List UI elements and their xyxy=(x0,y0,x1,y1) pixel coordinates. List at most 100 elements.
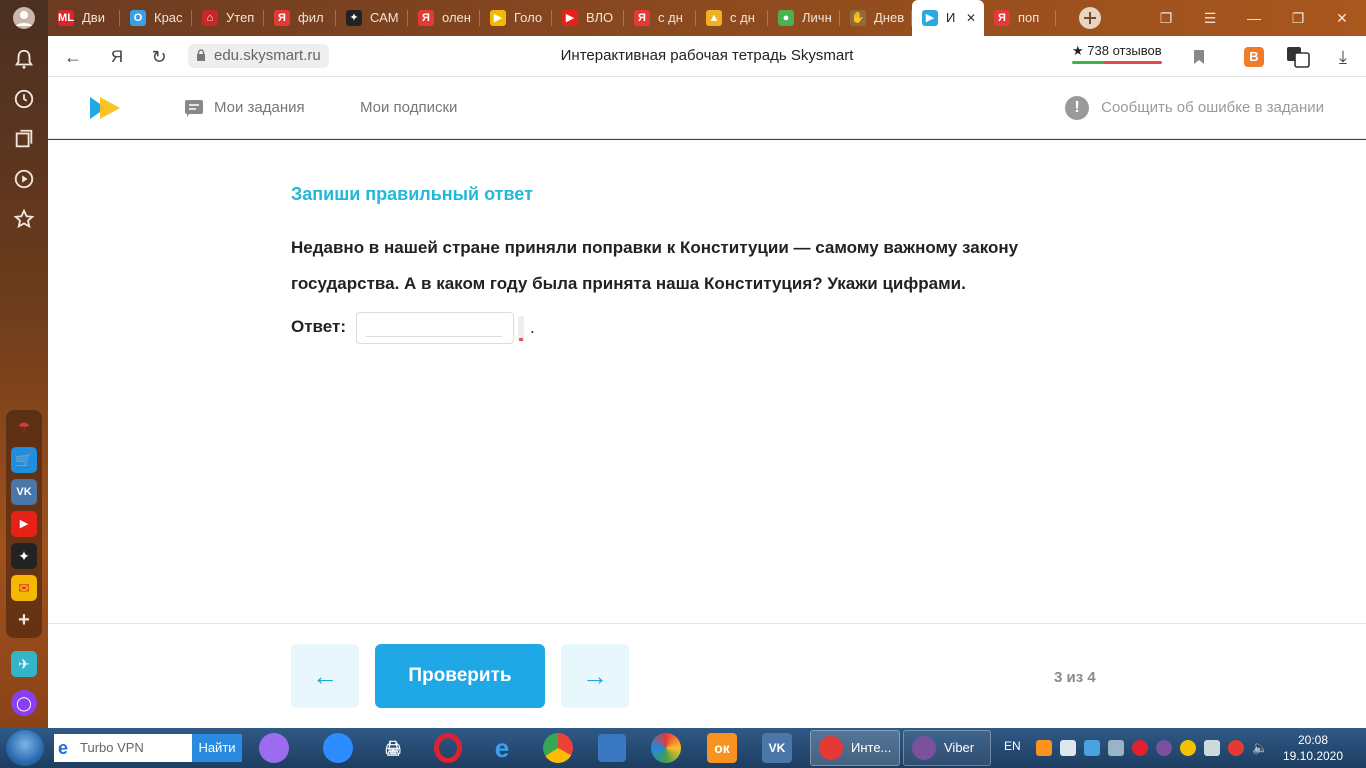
tab-label: ВЛО xyxy=(586,10,614,25)
tab-label: с дн xyxy=(658,10,683,25)
my-subscriptions-link[interactable]: Мои подписки xyxy=(360,99,457,116)
browser-tab[interactable]: Яс дн xyxy=(624,0,696,36)
ie-taskbar-icon[interactable]: e xyxy=(482,732,522,764)
browser-tab[interactable]: ML Дви xyxy=(48,0,120,36)
browser-tab[interactable]: ▶ И ✕ xyxy=(912,0,984,36)
close-window-button[interactable]: ✕ xyxy=(1320,0,1364,36)
vk-app-icon[interactable]: VK xyxy=(11,479,37,505)
start-button[interactable] xyxy=(6,730,44,766)
minimize-button[interactable]: — xyxy=(1232,0,1276,36)
my-tasks-icon[interactable] xyxy=(184,98,204,123)
report-error-link[interactable]: Сообщить об ошибке в задании xyxy=(1101,99,1324,116)
browser-tab[interactable]: Япоп xyxy=(984,0,1056,36)
extension-b-icon[interactable]: B xyxy=(1241,44,1267,70)
browser-tab[interactable]: Яфил xyxy=(264,0,336,36)
alert-icon[interactable]: ! xyxy=(1065,96,1089,120)
next-task-button[interactable]: → xyxy=(561,644,629,708)
tray-network-icon[interactable] xyxy=(1108,740,1124,756)
taskbar-browser-task[interactable]: Инте... xyxy=(810,730,900,766)
downloads-icon[interactable]: ⤓ xyxy=(1330,44,1356,70)
vk-taskbar-icon[interactable]: VK xyxy=(757,732,797,764)
my-tasks-link[interactable]: Мои задания xyxy=(214,99,305,116)
market-app-icon[interactable]: 🛒 xyxy=(11,447,37,473)
tabs-overview-icon[interactable]: ❐ xyxy=(1144,0,1188,36)
printer-taskbar-icon[interactable]: 🖨 xyxy=(373,732,413,764)
tray-display-icon[interactable] xyxy=(1204,740,1220,756)
check-answer-button[interactable]: Проверить xyxy=(375,644,545,708)
skysmart-logo[interactable] xyxy=(88,95,122,121)
taskbar-viber-task[interactable]: Viber xyxy=(903,730,991,766)
mail-app-icon[interactable]: ✉ xyxy=(11,575,37,601)
previous-task-button[interactable]: ← xyxy=(291,644,359,708)
bookmarks-star-icon[interactable] xyxy=(12,208,36,232)
tab-label: Голо xyxy=(514,10,543,25)
tab-favicon-icon: ✋ xyxy=(850,10,866,26)
task-progress: 3 из 4 xyxy=(1054,669,1096,686)
browser-tab[interactable]: Яолен xyxy=(408,0,480,36)
browser-tab[interactable]: ✦ САМ xyxy=(336,0,408,36)
translate-icon[interactable] xyxy=(1285,44,1311,70)
odnoklassniki-taskbar-icon[interactable]: ок xyxy=(702,732,742,764)
profile-icon[interactable] xyxy=(12,6,36,30)
tab-label: Утеп xyxy=(226,10,255,25)
browser-tab[interactable]: О Крас xyxy=(120,0,192,36)
opera-taskbar-icon[interactable] xyxy=(428,732,468,764)
language-indicator[interactable]: EN xyxy=(1004,739,1021,753)
add-app-icon[interactable]: + xyxy=(11,607,37,633)
tab-favicon-icon: Я xyxy=(634,10,650,26)
sparkle-app-icon[interactable]: ✦ xyxy=(11,543,37,569)
tab-favicon-icon: ⌂ xyxy=(202,10,218,26)
restore-button[interactable]: ❐ xyxy=(1276,0,1320,36)
tab-strip: ML Дви О Крас ⌂ Утеп Яфил ✦ САМ Яолен ▶ Голо ▶ ВЛО Яс … xyxy=(48,0,1366,36)
tab-favicon-icon: ✦ xyxy=(346,10,362,26)
answer-input[interactable] xyxy=(356,312,514,344)
youtube-app-icon[interactable]: ▶ xyxy=(11,511,37,537)
tray-viber-icon[interactable] xyxy=(1156,740,1172,756)
browser-tab[interactable]: ⌂ Утеп xyxy=(192,0,264,36)
alice-assistant-icon[interactable]: ◯ xyxy=(11,690,37,716)
paint-taskbar-icon[interactable] xyxy=(646,732,686,764)
browser-tab[interactable]: ✋ Днев xyxy=(840,0,912,36)
new-tab-button[interactable] xyxy=(1068,0,1112,36)
tray-opera-icon[interactable] xyxy=(1132,740,1148,756)
tray-yandex-icon[interactable] xyxy=(1228,740,1244,756)
bookmark-icon[interactable] xyxy=(1186,44,1212,70)
reviews-badge[interactable]: ★ 738 отзывов xyxy=(1072,43,1162,59)
close-tab-icon[interactable]: ✕ xyxy=(966,0,976,36)
alice-taskbar-icon[interactable] xyxy=(254,732,294,764)
umbrella-app-icon[interactable]: ☂ xyxy=(11,414,37,440)
chrome-taskbar-icon[interactable] xyxy=(538,732,578,764)
tab-favicon-icon: Я xyxy=(418,10,434,26)
tray-vpn-icon[interactable] xyxy=(1180,740,1196,756)
media-player-taskbar-icon[interactable] xyxy=(592,732,632,764)
collections-icon[interactable] xyxy=(12,128,36,152)
tray-ok-icon[interactable] xyxy=(1036,740,1052,756)
page-title: Интерактивная рабочая тетрадь Skysmart xyxy=(560,47,854,64)
tab-label: САМ xyxy=(370,10,399,25)
browser-tab[interactable]: ● Личн xyxy=(768,0,840,36)
search-engine-icon: e xyxy=(58,738,69,758)
browser-tab[interactable]: ▶ ВЛО xyxy=(552,0,624,36)
browser-tab[interactable]: ▲ с дн xyxy=(696,0,768,36)
media-icon[interactable] xyxy=(12,168,36,192)
tab-favicon-icon: О xyxy=(130,10,146,26)
tray-feather-icon[interactable] xyxy=(1060,740,1076,756)
tab-label: фил xyxy=(298,10,324,25)
taskbar-search-input[interactable]: e Turbo VPN xyxy=(54,734,192,762)
reviews-rating-bar xyxy=(1072,61,1162,64)
tray-shield-icon[interactable] xyxy=(1084,740,1100,756)
tab-favicon-icon: ▶ xyxy=(490,10,506,26)
menu-icon[interactable]: ☰ xyxy=(1188,0,1232,36)
tab-label: И xyxy=(946,10,956,25)
notifications-icon[interactable] xyxy=(12,48,36,72)
taskbar-search-button[interactable]: Найти xyxy=(192,734,242,762)
volume-icon[interactable]: 🔈 xyxy=(1252,740,1268,756)
history-icon[interactable] xyxy=(12,88,36,112)
tab-label: Крас xyxy=(154,10,183,25)
browser-tab[interactable]: ▶ Голо xyxy=(480,0,552,36)
messenger-app-icon[interactable]: ✈ xyxy=(11,651,37,677)
system-clock[interactable]: 20:08 19.10.2020 xyxy=(1280,732,1346,764)
taskbar-browser-label: Инте... xyxy=(851,740,892,755)
zoom-taskbar-icon[interactable] xyxy=(318,732,358,764)
yandex-browser-icon xyxy=(819,736,843,760)
